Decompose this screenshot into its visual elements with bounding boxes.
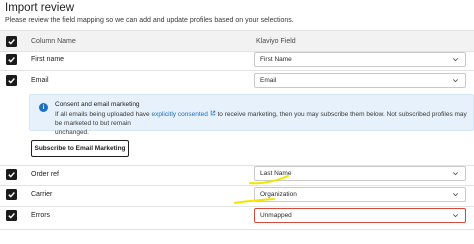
row-divider — [0, 70, 474, 71]
consent-info-banner: i Consent and email marketing If all ema… — [29, 94, 474, 136]
row-label-order-ref: Order ref — [31, 171, 60, 178]
link-text: explicitly consented — [151, 111, 208, 118]
explicitly-consented-link[interactable]: explicitly consented — [151, 110, 216, 118]
row-divider — [0, 206, 474, 207]
info-icon: i — [39, 103, 48, 112]
consent-body-prefix: If all emails being uploaded have — [55, 111, 150, 118]
check-icon — [8, 57, 15, 63]
select-value: Unmapped — [260, 212, 292, 219]
row-label-email: Email — [31, 77, 49, 84]
select-value: Email — [260, 77, 277, 84]
row-checkbox-errors[interactable] — [6, 210, 17, 221]
row-label-errors: Errors — [31, 212, 51, 219]
select-value: Last Name — [260, 170, 292, 177]
row-divider — [0, 229, 474, 230]
field-select-errors[interactable]: Unmapped — [254, 208, 466, 223]
consent-body: If all emails being uploaded have explic… — [55, 110, 474, 137]
field-select-order-ref[interactable]: Last Name — [254, 166, 466, 181]
check-icon — [8, 172, 15, 178]
row-label-first-name: First name — [31, 56, 65, 63]
check-icon — [8, 78, 15, 84]
row-label-carrier: Carrier — [31, 191, 53, 198]
select-value: Organization — [260, 191, 297, 198]
field-select-email[interactable]: Email — [254, 73, 466, 88]
column-name-header: Column Name — [31, 38, 76, 45]
chevron-down-icon — [453, 58, 458, 62]
consent-title: Consent and email marketing — [55, 101, 140, 108]
page-subtitle: Please review the field mapping so we ca… — [5, 17, 294, 24]
chevron-down-icon — [453, 193, 458, 197]
external-link-icon — [210, 110, 215, 116]
row-checkbox-order-ref[interactable] — [6, 169, 17, 180]
subscribe-email-marketing-button[interactable]: Subscribe to Email Marketing — [31, 140, 129, 157]
klaviyo-field-header: Klaviyo Field — [256, 38, 296, 45]
chevron-down-icon — [453, 172, 458, 176]
consent-body-line2: unchanged. — [55, 129, 89, 136]
row-divider — [0, 185, 474, 186]
field-select-carrier[interactable]: Organization — [254, 187, 466, 202]
page-title: Import review — [5, 2, 75, 14]
chevron-down-icon — [453, 214, 458, 218]
check-icon — [8, 192, 15, 198]
row-checkbox-email[interactable] — [6, 75, 17, 86]
row-checkbox-carrier[interactable] — [6, 189, 17, 200]
select-all-checkbox[interactable] — [6, 36, 17, 47]
row-checkbox-first-name[interactable] — [6, 54, 17, 65]
check-icon — [8, 39, 15, 45]
select-value: First Name — [260, 56, 292, 63]
chevron-down-icon — [453, 79, 458, 83]
field-select-first-name[interactable]: First Name — [254, 52, 466, 67]
check-icon — [8, 213, 15, 219]
